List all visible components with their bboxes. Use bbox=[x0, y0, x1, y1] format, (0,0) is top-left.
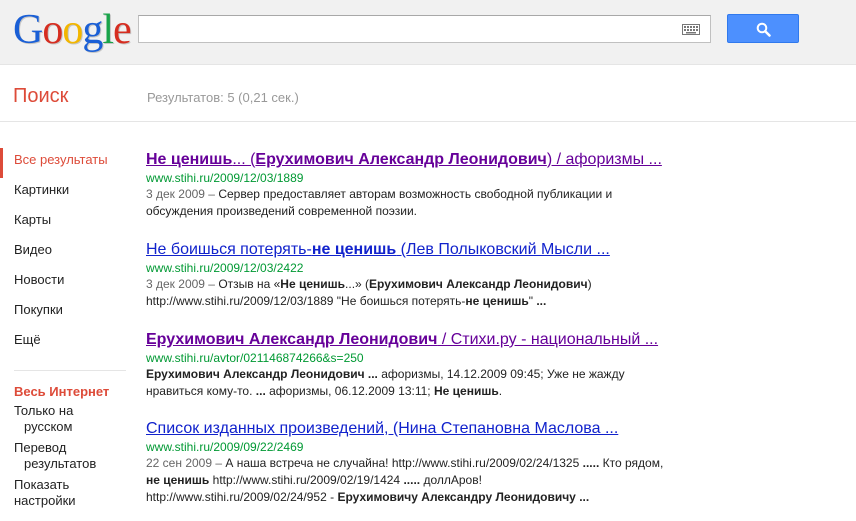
result-item: Не ценишь... (Ерухимович Александр Леони… bbox=[146, 150, 666, 220]
scope-heading: Весь Интернет bbox=[14, 384, 110, 399]
scope-item-show-options[interactable]: Показать настройки bbox=[14, 477, 126, 509]
scope-item-line: Только на bbox=[14, 403, 74, 418]
scope-item-russian-only[interactable]: Только на русском bbox=[14, 403, 126, 435]
logo-letter: l bbox=[102, 7, 114, 53]
scope-item-translate-results[interactable]: Перевод результатов bbox=[14, 440, 126, 472]
result-title-link[interactable]: Ерухимович Александр Леонидович / Стихи.… bbox=[146, 330, 666, 350]
search-button[interactable] bbox=[727, 14, 799, 43]
scope-item-line: настройки bbox=[14, 493, 76, 508]
result-item: Список изданных произведений, (Нина Степ… bbox=[146, 419, 666, 506]
scope-nav: Весь Интернет Только на русском Перевод … bbox=[14, 384, 126, 514]
nav-item-all-results[interactable]: Все результаты bbox=[0, 148, 130, 178]
result-snippet: 3 дек 2009 – Отзыв на «Не ценишь...» (Ер… bbox=[146, 277, 592, 308]
logo-letter: e bbox=[113, 7, 132, 53]
search-input[interactable] bbox=[145, 19, 665, 39]
top-bar: Google bbox=[0, 0, 856, 65]
logo-letter: o bbox=[42, 7, 63, 53]
scope-item-line: Показать bbox=[14, 477, 70, 492]
scope-item-line: русском bbox=[24, 419, 73, 434]
logo-letter: o bbox=[62, 7, 83, 53]
keyboard-icon[interactable] bbox=[682, 24, 700, 35]
logo-letter: g bbox=[82, 7, 103, 53]
scope-item-line: Перевод bbox=[14, 440, 67, 455]
nav-item-more[interactable]: Ещё bbox=[0, 328, 130, 358]
logo-letter: G bbox=[13, 7, 43, 53]
nav-item-video[interactable]: Видео bbox=[0, 238, 130, 268]
result-snippet: 22 сен 2009 – А наша встреча не случайна… bbox=[146, 456, 664, 504]
result-stats: Результатов: 5 (0,21 сек.) bbox=[147, 90, 299, 105]
left-nav: Все результаты Картинки Карты Видео Ново… bbox=[0, 148, 130, 358]
divider bbox=[0, 121, 856, 122]
result-url: www.stihi.ru/2009/09/22/2469 bbox=[146, 440, 304, 454]
nav-separator bbox=[14, 370, 126, 371]
scope-item-line: результатов bbox=[24, 456, 97, 471]
nav-item-news[interactable]: Новости bbox=[0, 268, 130, 298]
result-item: Не боишься потерять-не ценишь (Лев Полык… bbox=[146, 240, 666, 310]
google-logo[interactable]: Google bbox=[13, 6, 132, 54]
result-title-link[interactable]: Не боишься потерять-не ценишь (Лев Полык… bbox=[146, 240, 666, 260]
result-url: www.stihi.ru/avtor/021146874266&s=250 bbox=[146, 351, 364, 365]
result-snippet: 3 дек 2009 – Сервер предоставляет автора… bbox=[146, 187, 613, 218]
section-title: Поиск bbox=[13, 85, 69, 107]
result-url: www.stihi.ru/2009/12/03/1889 bbox=[146, 171, 304, 185]
result-url: www.stihi.ru/2009/12/03/2422 bbox=[146, 261, 304, 275]
search-icon bbox=[756, 22, 771, 37]
result-snippet: Ерухимович Александр Леонидович ... афор… bbox=[146, 367, 625, 398]
search-box bbox=[138, 15, 711, 43]
nav-item-shopping[interactable]: Покупки bbox=[0, 298, 130, 328]
result-title-link[interactable]: Не ценишь... (Ерухимович Александр Леони… bbox=[146, 150, 666, 170]
nav-item-maps[interactable]: Карты bbox=[0, 208, 130, 238]
result-title-link[interactable]: Список изданных произведений, (Нина Степ… bbox=[146, 419, 666, 439]
nav-item-images[interactable]: Картинки bbox=[0, 178, 130, 208]
result-item: Ерухимович Александр Леонидович / Стихи.… bbox=[146, 330, 666, 400]
